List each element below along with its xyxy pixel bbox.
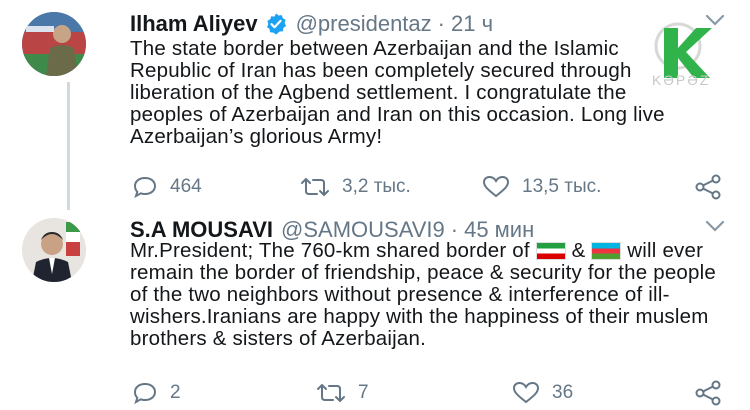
tweet-actions: 2 7 36 xyxy=(130,378,730,408)
reply-count: 2 xyxy=(170,382,181,403)
tweet-actions: 464 3,2 тыс. 13,5 тыс. xyxy=(130,172,730,202)
author-name[interactable]: Ilham Aliyev xyxy=(130,11,258,37)
tweet-aliyev[interactable]: Ilham Aliyev @presidentaz · 21 ч The sta… xyxy=(0,0,750,210)
like-button[interactable]: 13,5 тыс. xyxy=(482,172,601,202)
tweet-text-part1: Mr.President; The 760-km shared border o… xyxy=(130,239,530,262)
tweet-time[interactable]: 21 ч xyxy=(451,11,493,37)
azerbaijan-flag-icon xyxy=(591,242,622,260)
chevron-down-icon[interactable] xyxy=(704,12,726,28)
heart-icon xyxy=(512,381,540,404)
tweet-text-part2: & xyxy=(571,239,586,262)
retweet-button[interactable]: 3,2 тыс. xyxy=(300,172,411,202)
tweet-mousavi[interactable]: S.A MOUSAVI @SAMOUSAVI9 · 45 мин Mr.Pres… xyxy=(0,210,750,410)
retweet-count: 7 xyxy=(358,382,369,403)
heart-icon xyxy=(482,175,510,198)
retweet-icon xyxy=(301,178,329,196)
reply-icon xyxy=(133,176,157,199)
iran-flag-icon xyxy=(535,242,566,260)
avatar-mousavi[interactable] xyxy=(22,218,86,282)
share-icon xyxy=(695,174,721,200)
chevron-down-icon[interactable] xyxy=(704,218,726,234)
share-button[interactable] xyxy=(694,378,734,408)
separator-dot: · xyxy=(437,11,445,36)
reply-icon xyxy=(133,382,157,405)
verified-badge-icon xyxy=(266,13,286,35)
avatar-aliyev[interactable] xyxy=(22,12,86,76)
tweet-header: Ilham Aliyev @presidentaz · 21 ч xyxy=(130,10,493,38)
reply-button[interactable]: 2 xyxy=(132,378,181,408)
tweet-text: The state border between Azerbaijan and … xyxy=(130,37,665,148)
like-button[interactable]: 36 xyxy=(512,378,573,408)
retweet-icon xyxy=(317,384,345,402)
thread-line xyxy=(67,82,70,210)
tweet-text: Mr.President; The 760-km shared border o… xyxy=(130,240,730,350)
like-count: 36 xyxy=(552,382,574,403)
share-button[interactable] xyxy=(694,172,734,202)
author-handle[interactable]: @presidentaz xyxy=(296,11,432,37)
reply-button[interactable]: 464 xyxy=(132,172,202,202)
reply-count: 464 xyxy=(170,176,202,197)
retweet-count: 3,2 тыс. xyxy=(342,176,411,197)
share-icon xyxy=(695,380,721,406)
retweet-button[interactable]: 7 xyxy=(316,378,369,408)
like-count: 13,5 тыс. xyxy=(522,176,602,197)
